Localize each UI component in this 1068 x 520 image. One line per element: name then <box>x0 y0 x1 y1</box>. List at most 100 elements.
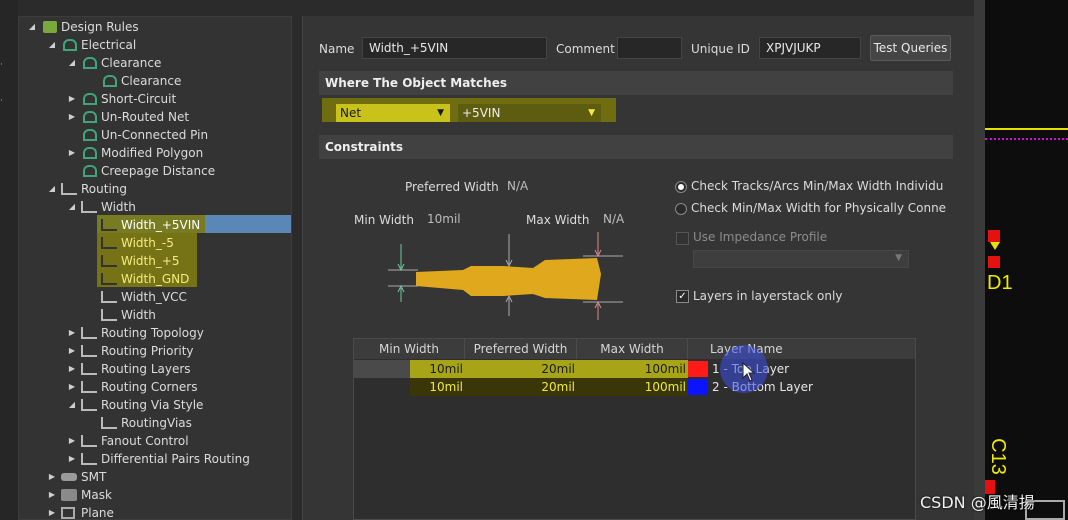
tree-label: Electrical <box>81 38 137 52</box>
unrouted-net-icon <box>83 111 97 123</box>
routing-layers-icon <box>81 363 97 375</box>
creepage-distance-icon <box>83 165 97 177</box>
diode-symbol-icon <box>990 242 1000 250</box>
net-dropdown[interactable]: +5VIN ▼ <box>458 104 601 122</box>
unique-id-label: Unique ID <box>691 42 750 56</box>
collapse-arrow-icon[interactable]: ▶ <box>47 486 57 504</box>
rules-folder-icon <box>43 21 57 33</box>
impedance-profile-dropdown[interactable]: ▼ <box>693 250 909 268</box>
tree-label: Un-Connected Pin <box>101 128 209 142</box>
row-select-cell[interactable] <box>354 360 410 378</box>
expand-arrow-icon[interactable]: ◢ <box>47 180 57 198</box>
tree-label: Width_+5 <box>121 254 180 268</box>
use-impedance-checkbox[interactable] <box>676 232 689 245</box>
pcb-pad <box>988 256 1000 268</box>
collapse-arrow-icon[interactable]: ▶ <box>67 360 77 378</box>
width-rule-icon <box>101 273 117 285</box>
tree-label: Width_+5VIN <box>121 218 201 232</box>
col-header-max-width[interactable]: Max Width <box>577 339 688 359</box>
routing-topology-icon <box>81 327 97 339</box>
routing-vias-icon <box>101 417 117 429</box>
tree-label: Width_VCC <box>121 290 187 304</box>
tree-label: Routing Layers <box>101 362 191 376</box>
check-individual-radio[interactable] <box>675 181 687 193</box>
expand-arrow-icon[interactable]: ◢ <box>47 36 57 54</box>
collapse-arrow-icon[interactable]: ▶ <box>67 432 77 450</box>
tree-label: Width <box>121 308 156 322</box>
clearance-rule-icon <box>103 75 117 87</box>
modified-polygon-icon <box>83 147 97 159</box>
collapse-arrow-icon[interactable]: ▶ <box>67 324 77 342</box>
row1-max-width[interactable]: 100mil <box>577 360 688 378</box>
preferred-width-label: Preferred Width <box>405 180 499 194</box>
expand-arrow-icon[interactable]: ◢ <box>67 54 77 72</box>
check-physically-connected-radio[interactable] <box>675 203 687 215</box>
tree-label: Fanout Control <box>101 434 189 448</box>
collapse-arrow-icon[interactable]: ▶ <box>47 468 57 486</box>
row2-preferred-width[interactable]: 20mil <box>465 378 577 396</box>
plane-rule-icon <box>61 507 75 519</box>
expand-arrow-icon[interactable]: ◢ <box>27 18 37 36</box>
use-impedance-label: Use Impedance Profile <box>693 230 828 244</box>
col-header-preferred-width[interactable]: Preferred Width <box>465 339 577 359</box>
row2-min-width[interactable]: 10mil <box>410 378 465 396</box>
tree-label: Plane <box>81 506 114 520</box>
chevron-down-icon: ▼ <box>437 108 444 118</box>
tree-label: Width_GND <box>121 272 190 286</box>
designator-c13: C13 <box>986 438 1009 475</box>
row1-preferred-width[interactable]: 20mil <box>465 360 577 378</box>
layer-color-swatch <box>688 361 708 377</box>
tree-label: SMT <box>81 470 107 484</box>
width-rule-icon <box>101 255 117 267</box>
comment-field[interactable] <box>617 37 682 59</box>
tree-label: RoutingVias <box>121 416 192 430</box>
unique-id-field[interactable]: XPJVJUKP <box>759 37 861 59</box>
collapse-arrow-icon[interactable]: ▶ <box>67 378 77 396</box>
collapse-arrow-icon[interactable]: ▶ <box>67 342 77 360</box>
tree-label: Creepage Distance <box>101 164 216 178</box>
tree-label: Un-Routed Net <box>101 110 190 124</box>
collapse-arrow-icon[interactable]: ▶ <box>67 450 77 468</box>
col-header-layer-name[interactable]: Layer Name <box>688 339 916 359</box>
col-header-min-width[interactable]: Min Width <box>354 339 465 359</box>
layers-in-layerstack-label: Layers in layerstack only <box>693 289 843 303</box>
differential-pairs-icon <box>81 453 97 465</box>
window-border <box>974 0 985 520</box>
tree-label: Routing Topology <box>101 326 204 340</box>
object-type-value: Net <box>340 106 362 120</box>
rule-name-field[interactable]: Width_+5VIN <box>362 37 547 59</box>
routing-corners-icon <box>81 381 97 393</box>
row1-min-width[interactable]: 10mil <box>410 360 465 378</box>
tree-label: Clearance <box>101 56 162 70</box>
tree-label: Short-Circuit <box>101 92 177 106</box>
clearance-rule-icon <box>83 57 97 69</box>
section-where-object-matches: Where The Object Matches <box>319 71 953 95</box>
routing-priority-icon <box>81 345 97 357</box>
collapse-arrow-icon[interactable]: ▶ <box>47 504 57 519</box>
collapse-arrow-icon[interactable]: ▶ <box>67 90 77 108</box>
preferred-width-value: N/A <box>507 179 529 193</box>
chevron-down-icon: ▼ <box>588 108 595 118</box>
unconnected-pin-icon <box>83 129 97 141</box>
short-circuit-icon <box>83 93 97 105</box>
expand-arrow-icon[interactable]: ◢ <box>67 396 77 414</box>
expand-arrow-icon[interactable]: ◢ <box>67 198 77 216</box>
width-rule-icon <box>101 309 117 321</box>
row2-max-width[interactable]: 100mil <box>577 378 688 396</box>
name-label: Name <box>319 42 355 56</box>
design-rules-tree: ◢ Design Rules ◢ Electrical ◢ Clearance … <box>18 16 292 520</box>
width-rule-icon <box>101 291 117 303</box>
collapse-arrow-icon[interactable]: ▶ <box>67 108 77 126</box>
collapse-arrow-icon[interactable]: ▶ <box>67 144 77 162</box>
tree-label: Width <box>101 200 136 214</box>
electrical-rule-icon <box>63 39 77 51</box>
left-edge-strip: · · <box>0 0 18 520</box>
pcb-canvas[interactable]: D1 C13 <box>985 0 1068 520</box>
layer-color-swatch <box>688 379 708 395</box>
comment-label: Comment <box>556 42 615 56</box>
object-type-dropdown[interactable]: Net ▼ <box>336 104 450 122</box>
test-queries-button[interactable]: Test Queries <box>870 35 951 61</box>
fanout-control-icon <box>81 435 97 447</box>
width-rule-icon <box>81 201 97 213</box>
layers-in-layerstack-checkbox[interactable]: ✓ <box>676 290 689 303</box>
